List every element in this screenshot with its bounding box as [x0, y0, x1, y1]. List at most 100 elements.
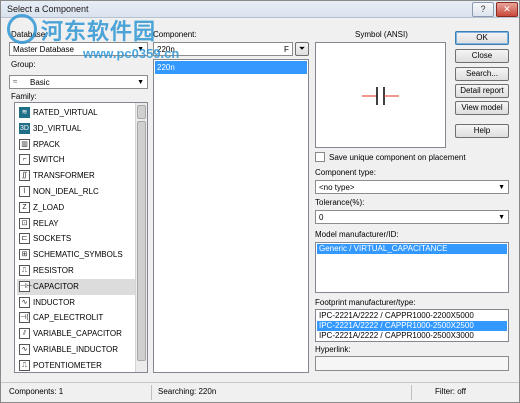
component-type-select[interactable]: <no type> ▼	[315, 180, 509, 194]
non-ideal-rlc-icon: ⌇	[19, 186, 30, 197]
family-item-label: Z_LOAD	[33, 202, 65, 212]
family-item-label: VARIABLE_INDUCTOR	[33, 345, 119, 354]
capacitor-icon: ⊣⊢	[19, 280, 33, 292]
3d-virtual-icon: 3D	[19, 122, 30, 134]
component-label: Component:	[153, 30, 197, 39]
family-item-non-ideal-rlc[interactable]: ⌇ NON_IDEAL_RLC	[17, 184, 143, 200]
family-item-label: 3D_VIRTUAL	[33, 123, 82, 133]
family-item-cap-electrolit[interactable]: ⊣(CAP_ELECTROLIT	[17, 310, 143, 326]
footprint-list[interactable]: IPC-2221A/2222 / CAPPR1000-2200X5000 IPC…	[315, 309, 509, 342]
family-item-resistor[interactable]: ⎍ RESISTOR	[17, 263, 143, 279]
filter-button[interactable]: ⏷	[295, 42, 309, 56]
capacitor-symbol-icon	[362, 87, 399, 105]
family-item-variable-inductor[interactable]: ∿ VARIABLE_INDUCTOR	[17, 342, 143, 358]
basic-group-icon: ≈	[13, 77, 18, 86]
help-icon: ?	[480, 4, 486, 14]
family-item-label: CAPACITOR	[33, 281, 79, 291]
filter-icon: ⏷	[298, 44, 306, 53]
status-divider	[411, 385, 412, 400]
family-scroll-thumb[interactable]	[137, 121, 146, 361]
schematic-symbols-icon: ⊞	[19, 249, 30, 261]
chevron-down-icon: ▼	[498, 184, 505, 191]
view-model-button[interactable]: View model	[455, 101, 509, 115]
family-item-label: SCHEMATIC_SYMBOLS	[33, 250, 123, 260]
family-item-label: POTENTIOMETER	[33, 360, 102, 370]
close-title-button[interactable]: ✕	[496, 2, 518, 17]
family-item-label: CAP_ELECTROLIT	[33, 313, 104, 323]
family-item-label: RESISTOR	[33, 266, 74, 275]
tolerance-select[interactable]: 0 ▼	[315, 210, 509, 224]
cap-electrolit-icon: ⊣(	[19, 312, 30, 324]
family-item-label: SWITCH	[33, 155, 65, 165]
relay-icon: ⊡	[19, 217, 30, 229]
filter-indicator: F	[284, 45, 289, 54]
hyperlink-label: Hyperlink:	[315, 345, 351, 354]
family-item-z-load[interactable]: Z Z_LOAD	[17, 200, 143, 216]
detail-report-button[interactable]: Detail report	[455, 84, 509, 98]
family-item-label: INDUCTOR	[33, 297, 76, 307]
chevron-down-icon: ▼	[137, 79, 144, 86]
scroll-up-button[interactable]	[137, 105, 146, 119]
family-item-rpack[interactable]: ▥ RPACK	[17, 137, 143, 153]
status-bar: Components: 1 Searching: 220n Filter: of…	[1, 382, 519, 402]
inductor-icon: ∿	[19, 296, 30, 308]
family-item-transformer[interactable]: ∬ TRANSFORMER	[17, 168, 143, 184]
manufacturer-label: Model manufacturer/ID:	[315, 230, 399, 239]
family-label: Family:	[11, 92, 37, 101]
z-load-icon: Z	[19, 201, 30, 213]
rated-virtual-icon: ≋	[19, 107, 30, 118]
family-item-label: TRANSFORMER	[33, 171, 95, 181]
family-item-variable-capacitor[interactable]: ⫽ VARIABLE_CAPACITOR	[17, 326, 143, 342]
tolerance-label: Tolerance(%):	[315, 198, 365, 207]
close-button[interactable]: Close	[455, 49, 509, 63]
sockets-icon: ⊏	[19, 233, 30, 245]
save-unique-checkbox[interactable]	[315, 152, 325, 162]
window-title: Select a Component	[7, 4, 89, 14]
save-unique-label: Save unique component on placement	[329, 153, 466, 162]
family-item-schematic-symbols[interactable]: ⊞ SCHEMATIC_SYMBOLS	[17, 247, 143, 263]
footprint-item[interactable]: IPC-2221A/2222 / CAPPR1000-2200X5000	[317, 311, 507, 321]
database-select-value: Master Database	[13, 45, 74, 54]
help-button[interactable]: Help	[455, 124, 509, 138]
family-item-label: RPACK	[33, 139, 60, 149]
hyperlink-field[interactable]	[315, 356, 509, 371]
switch-icon: ⌐	[19, 154, 30, 166]
component-item-220n[interactable]: 220n	[155, 61, 307, 74]
help-title-button[interactable]: ?	[472, 2, 494, 17]
symbol-preview	[315, 42, 446, 148]
family-item-sockets[interactable]: ⊏ SOCKETS	[17, 231, 143, 247]
manufacturer-list[interactable]: Generic / VIRTUAL_CAPACITANCE	[315, 242, 509, 293]
watermark-text: 河东软件园	[41, 19, 157, 44]
family-item-inductor[interactable]: ∿ INDUCTOR	[17, 295, 143, 311]
family-item-capacitor[interactable]: ⊣⊢ CAPACITOR	[17, 278, 143, 295]
transformer-icon: ∬	[19, 170, 30, 182]
potentiometer-icon: ⎍	[19, 359, 30, 371]
group-select[interactable]: Basic ≈ ▼	[9, 75, 148, 89]
component-type-label: Component type:	[315, 168, 376, 177]
manufacturer-item[interactable]: Generic / VIRTUAL_CAPACITANCE	[317, 244, 507, 254]
footprint-item-selected[interactable]: IPC-2221A/2222 / CAPPR1000-2500X2500	[317, 321, 507, 331]
family-item-potentiometer[interactable]: ⎍ POTENTIOMETER	[17, 358, 143, 372]
family-item-label: VARIABLE_CAPACITOR	[33, 329, 122, 339]
family-item-label: NON_IDEAL_RLC	[33, 187, 99, 196]
component-list[interactable]: 220n	[153, 59, 309, 373]
family-item-switch[interactable]: ⌐ SWITCH	[17, 152, 143, 168]
components-count: Components: 1	[9, 387, 64, 396]
family-item-3d-virtual[interactable]: 3D 3D_VIRTUAL	[17, 121, 143, 137]
family-item-label: SOCKETS	[33, 234, 72, 244]
filter-status: Filter: off	[435, 387, 466, 396]
status-divider	[151, 385, 152, 400]
watermark-url: www.pc0359.cn	[83, 46, 180, 61]
variable-capacitor-icon: ⫽	[19, 328, 30, 340]
close-icon: ✕	[503, 4, 511, 14]
family-scrollbar[interactable]	[135, 103, 147, 372]
resistor-icon: ⎍	[19, 265, 30, 276]
family-list[interactable]: ⎍ POTENTIOMETER ∿ VARIABLE_INDUCTOR ⫽ VARIABL…	[14, 102, 148, 373]
family-item-rated-virtual[interactable]: ≋ RATED_VIRTUAL	[17, 105, 143, 121]
search-button[interactable]: Search...	[455, 67, 509, 81]
component-type-value: <no type>	[319, 183, 355, 192]
family-item-relay[interactable]: ⊡ RELAY	[17, 216, 143, 232]
footprint-item[interactable]: IPC-2221A/2222 / CAPPR1000-2500X3000	[317, 331, 507, 341]
watermark-logo-icon	[7, 14, 37, 44]
ok-button[interactable]: OK	[455, 31, 509, 45]
